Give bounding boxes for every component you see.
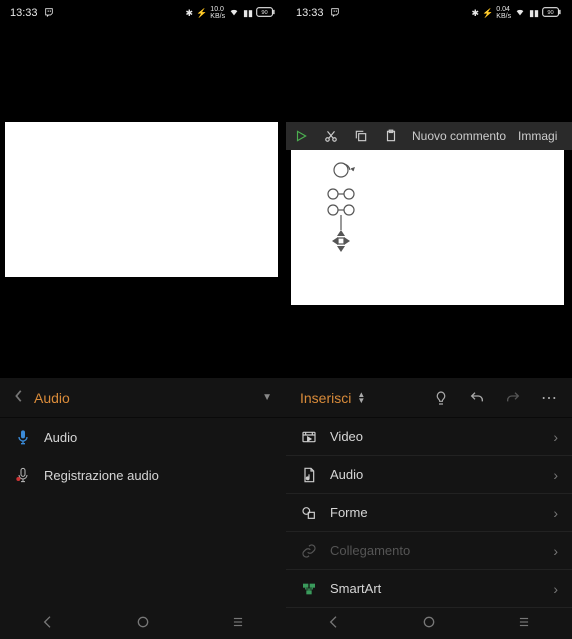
slide-canvas-right[interactable] (291, 150, 564, 305)
battery-icon: 90 (256, 7, 276, 19)
wifi-icon (228, 7, 240, 19)
signal-icon: ▮▮ (529, 8, 539, 19)
shapes-icon (300, 504, 318, 522)
video-icon (300, 428, 318, 446)
panel-title[interactable]: Audio ▼ (34, 390, 272, 406)
nav-recent-icon[interactable] (223, 615, 253, 629)
slide-canvas-left[interactable] (5, 122, 278, 277)
record-icon (14, 466, 32, 484)
wifi-icon (514, 7, 526, 19)
svg-text:90: 90 (547, 10, 553, 16)
chevron-right-icon: › (553, 543, 558, 559)
menu-item-audio[interactable]: Audio (0, 418, 286, 456)
chevron-right-icon: › (553, 581, 558, 597)
panel-header-right: Inserisci ▲▼ ⋯ (286, 378, 572, 418)
link-icon (300, 542, 318, 560)
nav-recent-icon[interactable] (509, 615, 539, 629)
nav-back-icon[interactable] (33, 614, 63, 630)
microphone-icon (14, 428, 32, 446)
new-comment-button[interactable]: Nuovo commento (412, 129, 506, 143)
chevron-right-icon: › (553, 429, 558, 445)
paste-icon[interactable] (382, 127, 400, 145)
caret-down-icon: ▼ (262, 392, 272, 403)
chevron-right-icon: › (553, 505, 558, 521)
bt-icon: ⚡ (196, 8, 207, 19)
signal-icon: ▮▮ (243, 8, 253, 19)
play-icon[interactable] (292, 127, 310, 145)
menu-item-shapes[interactable]: Forme › (286, 494, 572, 532)
menu-item-video[interactable]: Video › (286, 418, 572, 456)
cut-icon[interactable] (322, 127, 340, 145)
lightbulb-icon[interactable] (432, 389, 450, 407)
redo-icon[interactable] (504, 389, 522, 407)
copy-icon[interactable] (352, 127, 370, 145)
status-bar-left: 13:33 ✱ ⚡ 10.0KB/s ▮▮ 90 (0, 0, 286, 26)
status-bar-right: 13:33 ✱ ⚡ 0.04KB/s ▮▮ 90 (286, 0, 572, 26)
vibrate-icon: ✱ (186, 8, 194, 19)
twitch-icon (44, 7, 54, 20)
android-navbar (0, 605, 572, 639)
menu-item-record-audio[interactable]: Registrazione audio (0, 456, 286, 494)
editor-toolbar: Nuovo commento Immagi (286, 122, 572, 150)
smartart-icon (300, 580, 318, 598)
selected-shape[interactable] (323, 158, 373, 258)
sort-icon[interactable]: ▲▼ (357, 392, 365, 404)
audio-file-icon (300, 466, 318, 484)
image-button[interactable]: Immagi (518, 129, 557, 143)
undo-icon[interactable] (468, 389, 486, 407)
nav-back-icon[interactable] (319, 614, 349, 630)
panel-header-left: Audio ▼ (0, 378, 286, 418)
back-icon[interactable] (14, 389, 24, 407)
menu-item-smartart[interactable]: SmartArt › (286, 570, 572, 608)
clock: 13:33 (10, 7, 38, 19)
twitch-icon (330, 7, 340, 20)
panel-title[interactable]: Inserisci (300, 390, 351, 406)
svg-text:90: 90 (261, 10, 267, 16)
clock: 13:33 (296, 7, 324, 19)
nav-home-icon[interactable] (128, 614, 158, 630)
battery-icon: 90 (542, 7, 562, 19)
bt-icon: ⚡ (482, 8, 493, 19)
nav-home-icon[interactable] (414, 614, 444, 630)
chevron-right-icon: › (553, 467, 558, 483)
menu-item-audio[interactable]: Audio › (286, 456, 572, 494)
more-icon[interactable]: ⋯ (540, 389, 558, 407)
vibrate-icon: ✱ (472, 8, 480, 19)
menu-item-link: Collegamento › (286, 532, 572, 570)
